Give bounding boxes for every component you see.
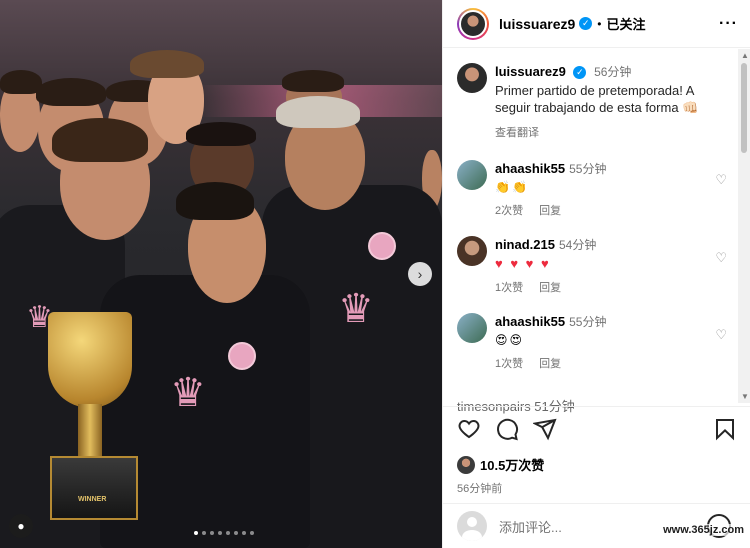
comment-time: 55分钟 [569,162,607,176]
crown-logo: ♛ [338,287,374,331]
player-hair [186,122,256,146]
carousel-dot [234,531,238,535]
comment-likes[interactable]: 2次赞 [495,205,523,217]
next-photo-button[interactable]: › [408,262,432,286]
like-comment-icon[interactable]: ♡ [715,327,727,343]
tagged-users-icon[interactable]: ● [9,514,33,538]
verified-badge-icon: ✓ [573,66,587,79]
likes-count[interactable]: 10.5万次赞 [480,455,544,474]
comment-text: 😍😍 [495,333,525,347]
post-header: luissuarez9 ✓ • 已关注 ··· [443,0,750,48]
messi-hair [52,118,148,162]
post-photo[interactable]: ♛ ♛ ♛ WINNER › ● [0,0,442,548]
comment-likes[interactable]: 1次赞 [495,358,523,370]
comment-username[interactable]: ahaashik55 [495,314,565,329]
comment-item: ninad.215 54分钟 ♥ ♥ ♥ ♥ 1次赞 回复 ♡ [443,218,739,295]
comment-item: ahaashik55 55分钟 😍😍 1次赞 回复 ♡ [443,295,739,371]
post-actions: 10.5万次赞 56分钟前 [443,406,750,496]
avatar[interactable] [457,63,487,93]
more-options-icon[interactable]: ··· [719,15,738,33]
reply-button[interactable]: 回复 [539,205,561,217]
like-heart-icon[interactable] [457,417,481,441]
scrollbar[interactable]: ▲ ▼ [738,49,750,403]
player-hair [130,50,204,78]
player-hair [282,70,344,92]
instagram-post-modal: ♛ ♛ ♛ WINNER › ● luissuarez9 ✓ • 已关注 ··· [0,0,750,548]
translate-link[interactable]: 查看翻译 [495,124,700,140]
comment-input[interactable]: 添加评论... [499,517,562,536]
comment-likes[interactable]: 1次赞 [495,282,523,294]
carousel-dot [250,531,254,535]
separator: • [597,16,602,31]
share-icon[interactable] [533,417,557,441]
trophy-text: WINNER [78,496,107,503]
comment-text: 👏👏 [495,180,529,194]
carousel-dot [242,531,246,535]
comment-username[interactable]: ninad.215 [495,237,555,252]
inter-miami-crest [228,342,256,370]
carousel-dot [202,531,206,535]
watermark: www.365jz.com [663,524,744,536]
carousel-dot [226,531,230,535]
avatar[interactable] [459,9,487,38]
carousel-dot [218,531,222,535]
scroll-up-icon[interactable]: ▲ [741,51,749,60]
post-time: 56分钟前 [457,483,503,495]
save-icon[interactable] [713,417,737,441]
like-comment-icon[interactable]: ♡ [715,250,727,266]
verified-badge-icon: ✓ [579,17,593,30]
crown-logo: ♛ [170,371,206,415]
comment-time: 54分钟 [558,238,597,252]
carousel-dot [194,531,198,535]
comments-list[interactable]: luissuarez9 ✓ 56分钟 Primer partido de pre… [443,49,739,403]
avatar[interactable] [457,160,487,190]
reply-button[interactable]: 回复 [539,358,561,370]
alba-hair [176,182,254,220]
comment-icon[interactable] [495,417,519,441]
caption: luissuarez9 ✓ 56分钟 Primer partido de pre… [443,49,739,140]
comment-text: ♥ ♥ ♥ ♥ [495,256,551,271]
comment-username[interactable]: ahaashik55 [495,161,565,176]
story-ring[interactable] [457,7,489,40]
reply-button[interactable]: 回复 [539,282,561,294]
caption-username[interactable]: luissuarez9 [495,64,566,79]
following-button[interactable]: 已关注 [606,14,645,33]
comment-time: 55分钟 [569,315,607,329]
carousel-dots [194,531,254,535]
header-username[interactable]: luissuarez9 [499,16,575,32]
post-side-panel: luissuarez9 ✓ • 已关注 ··· luissuarez9 ✓ 56… [442,0,750,548]
caption-text: Primer partido de pretemporada! A seguir… [495,83,699,115]
caption-time: 56分钟 [594,65,632,79]
suarez-hair [276,96,360,128]
player-hair [36,78,106,106]
like-comment-icon[interactable]: ♡ [715,172,727,188]
scrollbar-thumb[interactable] [741,63,747,153]
avatar[interactable] [457,313,487,343]
avatar[interactable] [457,236,487,266]
trophy-cup [48,312,132,408]
scroll-down-icon[interactable]: ▼ [741,392,749,401]
liker-avatar[interactable] [457,455,475,474]
carousel-dot [210,531,214,535]
trophy-base: WINNER [50,456,138,520]
avatar [457,511,487,541]
inter-miami-crest [368,232,396,260]
trophy-stem [78,404,102,458]
comment-item: ahaashik55 55分钟 👏👏 2次赞 回复 ♡ [443,140,739,218]
